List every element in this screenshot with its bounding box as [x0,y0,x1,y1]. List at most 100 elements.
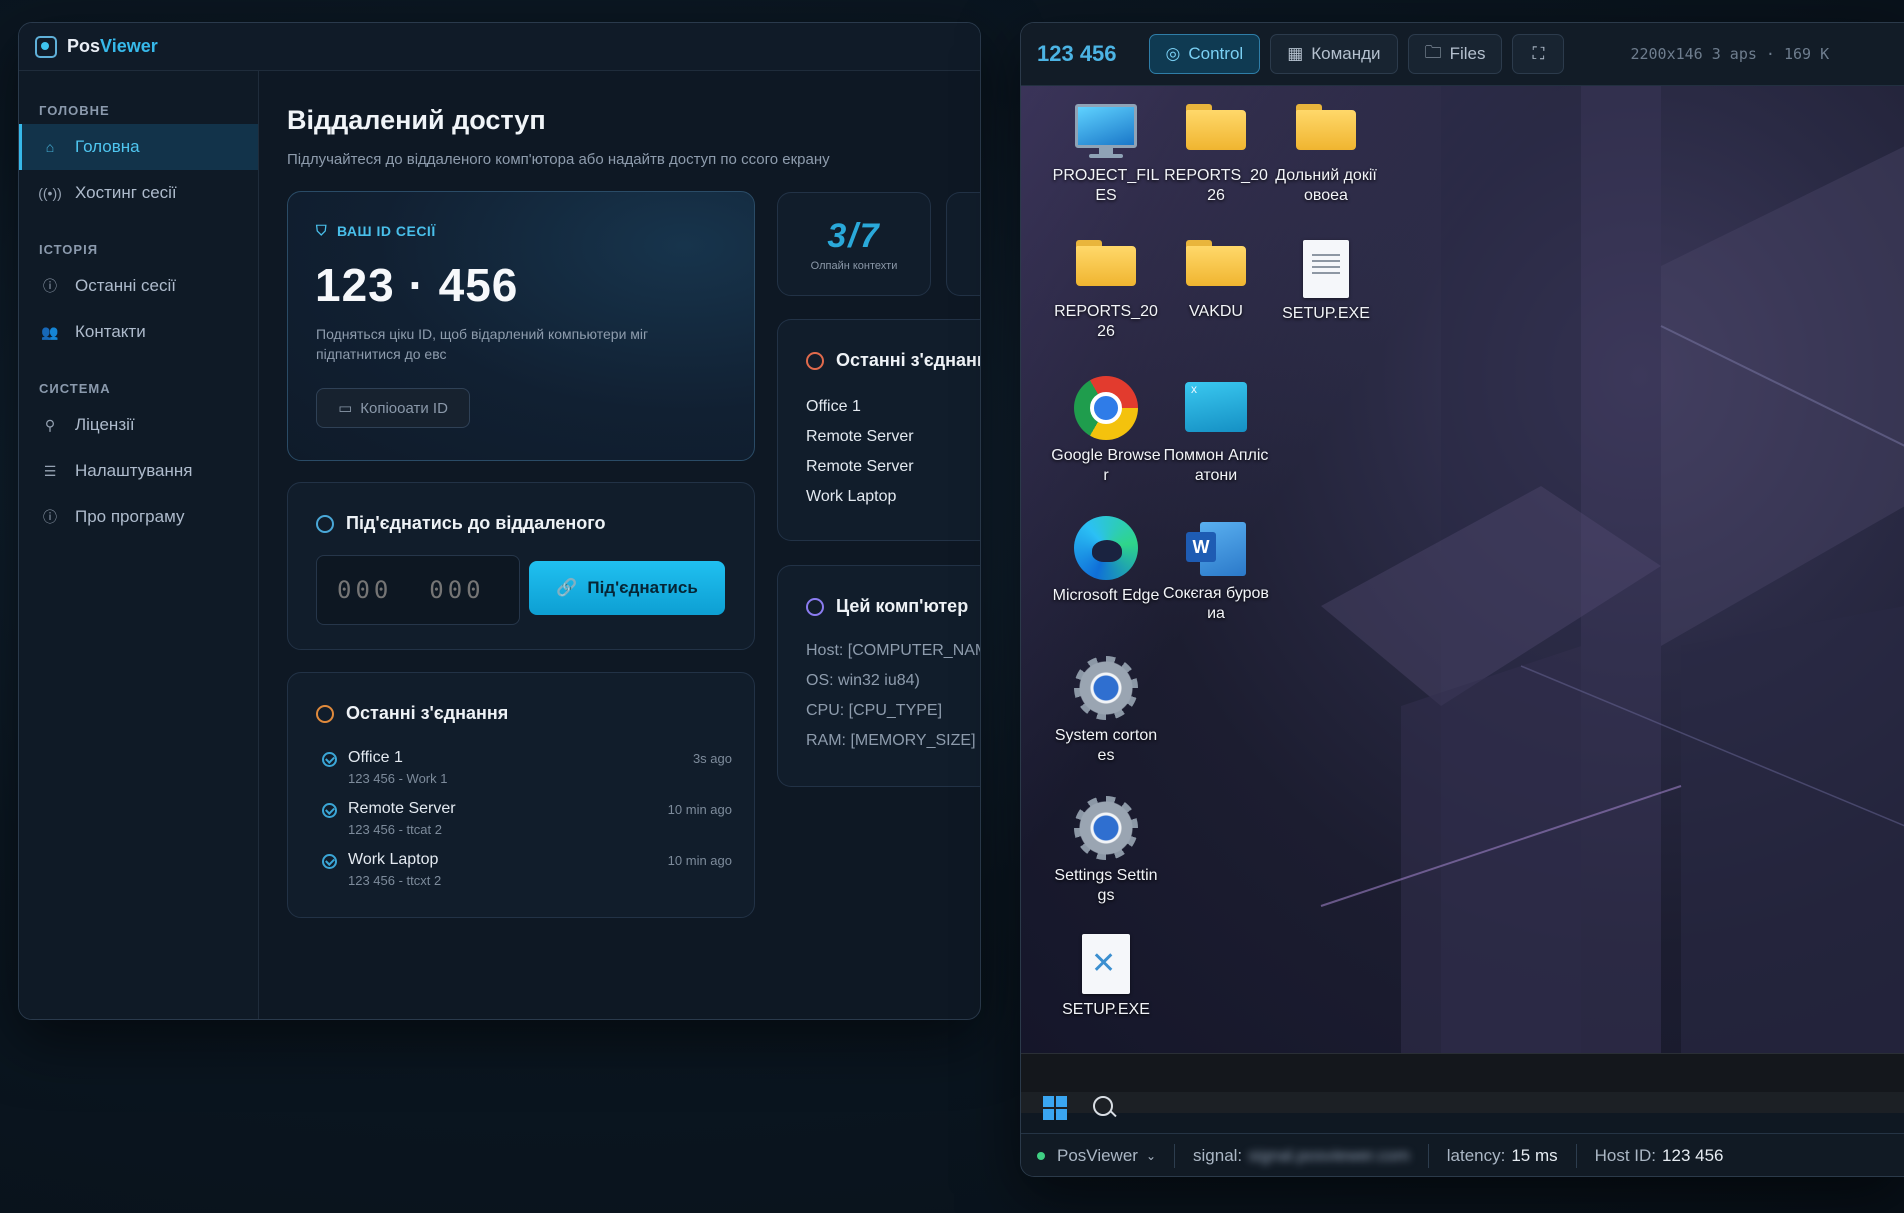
desktop-icon-folder[interactable]: Дольний докіїовоеа [1271,104,1381,206]
recent-connections-title: Останні з'єднання [316,703,508,724]
tab-control[interactable]: ◎ Control [1148,34,1261,74]
status-app-name[interactable]: PosViewer [1057,1146,1138,1166]
folder-icon [1076,240,1136,286]
sidebar-item-label: Контакти [75,322,146,341]
desktop-icon-setup-tool[interactable]: SETUP.EXE [1051,934,1161,1020]
desktop-icon-reports-2[interactable]: REPORTS_2026 [1051,240,1161,342]
desktop-icon-google-browser[interactable]: Google Browser [1051,376,1161,486]
windows-start-icon[interactable] [1043,1096,1067,1120]
session-id-value: 123 · 456 [315,259,519,311]
link-icon: 🔗 [556,578,578,597]
monitor-icon [1075,104,1137,160]
stat-card-partial [946,192,980,296]
connect-card: Під'єднатись до віддаленого 🔗 Під'єднати… [287,482,755,650]
connection-status-dot [1037,1152,1045,1160]
ram-info: RAM: [MEMORY_SIZE] [806,732,976,749]
sidebar-item-recent-sessions[interactable]: ⓘ Останні сесії [19,263,258,309]
app-titlebar: PosViewer [19,23,980,71]
desktop-icon-word-document[interactable]: W Сокєrая буровиа [1161,520,1271,624]
folder-icon [1296,104,1356,150]
contacts-icon: 👥 [41,323,59,340]
sliders-icon: ☰ [43,462,57,479]
tab-commands[interactable]: ▦ Команди [1270,34,1398,74]
chevron-down-icon[interactable]: ⌄ [1146,1149,1156,1163]
remote-toolbar: 123 456 ◎ Control ▦ Команди 🗀 Files ⛶ 22… [1021,23,1904,86]
gear-icon [806,597,824,616]
desktop-icon-applications[interactable]: Поммон Аплісатони [1161,382,1271,486]
recent-connections-list: Office 1 123 456 - Work 1 3s ago Remote … [322,749,732,902]
sidebar-item-label: Головна [75,137,140,156]
online-contacts-stat: 3/7 Олпайн контехти [777,192,931,296]
list-item[interactable]: Remote Server [806,458,914,488]
remote-stream-info: 2200x146 3 aps · 169 K [1630,45,1830,63]
check-circle-icon [322,803,337,818]
chrome-icon [1074,376,1138,440]
list-item[interactable]: Work Laptop [806,488,914,518]
list-item[interactable]: Office 1 [806,398,914,428]
connect-button[interactable]: 🔗 Під'єднатись [529,561,725,615]
remote-session-window: 123 456 ◎ Control ▦ Команди 🗀 Files ⛶ 22… [1020,22,1904,1177]
session-id-label: ⛉ ВАШ ID СЕСІЇ [316,222,436,239]
desktop-icon-reports[interactable]: REPORTS_2026 [1161,104,1271,206]
remote-taskbar [1021,1053,1904,1113]
host-info: Host: [COMPUTER_NAME] [806,642,980,659]
folder-icon: 🗀 [1424,42,1442,62]
fullscreen-button[interactable]: ⛶ [1512,34,1565,74]
keyboard-icon: ▦ [1287,44,1304,63]
clock-icon [316,704,334,723]
search-icon[interactable] [1093,1096,1113,1116]
this-computer-info: Host: [COMPUTER_NAME] OS: win32 iu84) CP… [806,642,980,762]
recent-connections-panel-list: Office 1 Remote Server Remote Server Wor… [806,398,914,518]
copy-id-button[interactable]: ▭ Копіооати ID [316,388,470,428]
sidebar-item-licenses[interactable]: ⚲ Ліцензії [19,402,258,448]
sidebar-section-title: СИСТЕМА [39,381,111,396]
desktop-icon-settings[interactable]: Settings Settings [1051,796,1161,906]
remote-desktop[interactable]: PROJECT_FILES REPORTS_2026 Дольний докії… [1021,86,1904,1053]
connect-card-title: Під'єднатись до віддаленого [316,513,606,534]
tab-files[interactable]: 🗀 Files [1407,34,1503,74]
mouse-icon: ◎ [1165,44,1181,63]
info-icon: ⓘ [43,278,57,294]
sidebar-item-settings[interactable]: ☰ Налаштування [19,448,258,494]
app-name: PosViewer [67,36,158,56]
shield-icon: ⛉ [316,222,327,238]
sidebar-section-title: ІСТОРІЯ [39,242,99,257]
session-id-card: ⛉ ВАШ ID СЕСІЇ 123 · 456 Подняться цікu … [287,191,755,461]
link-icon [316,514,334,533]
folder-icon [1186,240,1246,286]
check-circle-icon [322,752,337,767]
sidebar-item-contacts[interactable]: 👥 Контакти [19,309,258,355]
remote-id-input[interactable] [316,555,520,625]
setup-tool-icon [1082,934,1130,994]
desktop-icon-vakdu[interactable]: VAKDU [1161,240,1271,322]
sidebar-item-hosting[interactable]: ((•)) Хостинг сесії [19,170,258,216]
close-circle-icon [806,351,824,370]
remote-session-id: 123 456 [1037,41,1117,66]
sidebar-item-home[interactable]: ⌂ Головна [19,124,258,170]
desktop-icon-setup[interactable]: SETUP.EXE [1271,240,1381,324]
session-id-description: Подняться цікu ID, щоб відарлений компью… [316,326,649,362]
page-subtitle: Підлучайтеся до віддаленого комп'ютора а… [287,151,830,168]
recent-connection-row[interactable]: Work Laptop 123 456 - ttcxt 2 10 min ago [322,851,732,902]
desktop-icon-project-files[interactable]: PROJECT_FILES [1051,104,1161,206]
sidebar-item-about[interactable]: ⓘ Про програму [19,494,258,540]
desktop-icon-microsoft-edge[interactable]: Microsoft Edge [1051,516,1161,606]
home-icon: ⌂ [45,139,55,155]
host-id-label: Host ID: [1594,1146,1657,1165]
sidebar-item-label: Про програму [75,507,185,526]
latency-value: 15 ms [1511,1146,1558,1165]
broadcast-icon: ((•)) [38,185,62,201]
list-item[interactable]: Remote Server [806,428,914,458]
divider [1575,1144,1577,1168]
desktop-icon-system[interactable]: System cortones [1051,656,1161,766]
recent-connection-row[interactable]: Office 1 123 456 - Work 1 3s ago [322,749,732,800]
online-contacts-label: Олпайн контехти [810,259,898,272]
cpu-info: CPU: [CPU_TYPE] [806,702,943,719]
this-computer-title: Цей комп'ютер [806,596,968,617]
check-circle-icon [322,854,337,869]
this-computer-card: Цей комп'ютер Host: [COMPUTER_NAME] OS: … [777,565,980,787]
recent-connection-row[interactable]: Remote Server 123 456 - ttcat 2 10 min a… [322,800,732,851]
recent-connections-card: Останні з'єднання Office 1 123 456 - Wor… [287,672,755,918]
latency-label: latency: [1446,1146,1506,1165]
sidebar-item-label: Хостинг сесії [75,183,177,202]
